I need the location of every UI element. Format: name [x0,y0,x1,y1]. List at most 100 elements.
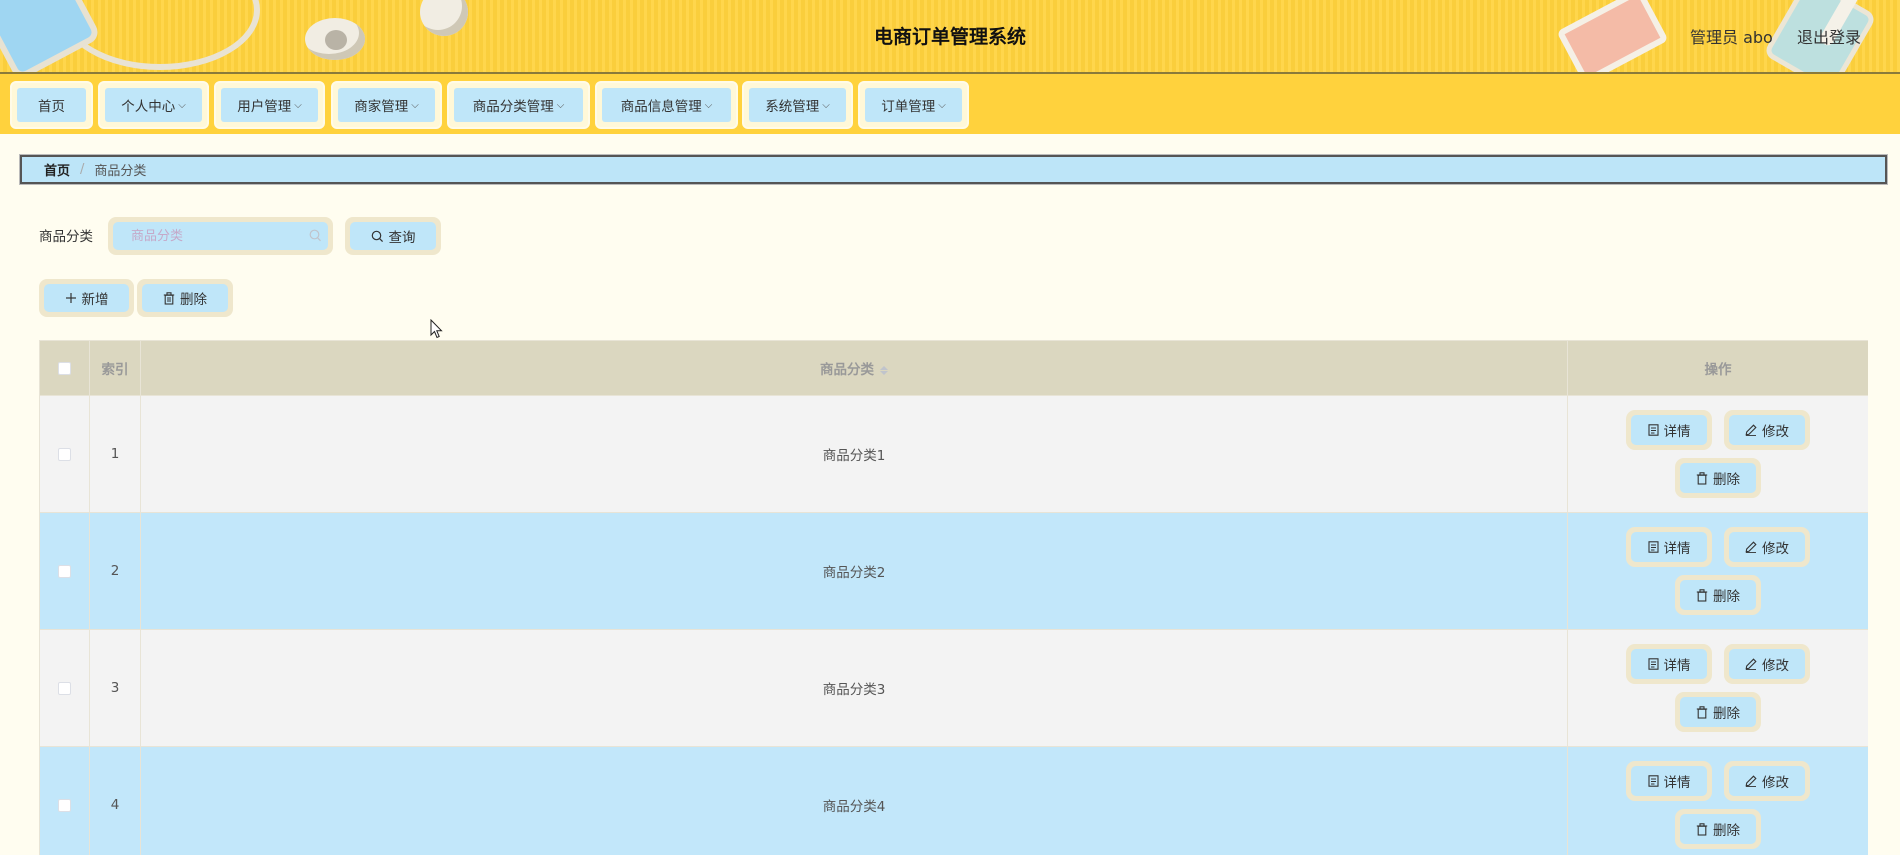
table-row: 4 商品分类4 详情 修改 删除 [39,746,1868,855]
edit-button-label: 修改 [1762,541,1789,557]
row-checkbox[interactable] [58,798,71,812]
delete-button[interactable]: 删除 [1675,575,1761,615]
row-category: 商品分类1 [140,395,1568,513]
delete-button-label: 删除 [1713,823,1740,839]
logout-link[interactable]: 退出登录 [1797,24,1861,48]
nav-item-label: 商家管理 [354,99,409,115]
nav-item-label: 用户管理 [237,99,292,115]
nav-item-label: 商品分类管理 [472,99,554,115]
row-checkbox[interactable] [58,564,71,578]
search-icon [371,230,384,243]
nav-item-category-management[interactable]: 商品分类管理 ⌵ [447,81,590,129]
batch-delete-button[interactable]: 删除 [137,279,233,317]
row-category: 商品分类2 [140,512,1568,630]
delete-button[interactable]: 删除 [1675,458,1761,498]
plus-icon [65,292,77,304]
nav-item-merchant-management[interactable]: 商家管理 ⌵ [331,81,442,129]
mouse-cursor-icon [430,318,444,343]
select-all-cell [39,340,90,396]
trash-icon [1696,705,1708,719]
nav-item-order-management[interactable]: 订单管理 ⌵ [858,81,969,129]
table-row: 3 商品分类3 详情 修改 删除 [39,629,1868,747]
nav-item-label: 系统管理 [765,99,820,115]
detail-button-label: 详情 [1663,424,1691,440]
edit-button[interactable]: 修改 [1724,410,1810,450]
category-search-input[interactable] [113,222,328,250]
column-header-index: 索引 [89,340,141,396]
edit-button-label: 修改 [1762,658,1789,674]
add-button-label: 新增 [81,292,109,308]
detail-button-label: 详情 [1663,658,1691,674]
nav-item-label: 个人中心 [121,99,176,115]
search-field-wrapper [108,217,333,255]
delete-button[interactable]: 删除 [1675,809,1761,849]
detail-button[interactable]: 详情 [1626,644,1712,684]
chevron-down-icon: ⌵ [294,99,302,111]
breadcrumb-separator: / [80,162,85,177]
delete-button-label: 删除 [1713,472,1740,488]
document-icon [1647,424,1659,436]
chevron-down-icon: ⌵ [411,99,419,111]
row-category: 商品分类3 [140,629,1568,747]
row-index: 1 [89,395,141,513]
chevron-down-icon: ⌵ [938,99,946,111]
edit-button[interactable]: 修改 [1724,644,1810,684]
document-icon [1647,775,1659,787]
select-all-checkbox[interactable] [58,361,71,375]
detail-button[interactable]: 详情 [1626,761,1712,801]
column-header-actions: 操作 [1567,340,1868,396]
breadcrumb-home[interactable]: 首页 [44,160,70,179]
detail-button-label: 详情 [1663,541,1691,557]
nav-item-product-management[interactable]: 商品信息管理 ⌵ [595,81,738,129]
query-button[interactable]: 查询 [345,217,441,255]
nav-item-label: 商品信息管理 [620,99,702,115]
detail-button[interactable]: 详情 [1626,527,1712,567]
query-button-label: 查询 [388,230,416,246]
edit-button-label: 修改 [1762,424,1789,440]
delete-button[interactable]: 删除 [1675,692,1761,732]
row-index: 4 [89,746,141,855]
delete-button-label: 删除 [1713,589,1740,605]
row-actions: 详情 修改 删除 [1567,512,1868,630]
trash-icon [1696,588,1708,602]
edit-button[interactable]: 修改 [1724,761,1810,801]
row-checkbox[interactable] [58,447,71,461]
document-icon [1647,658,1659,670]
search-label: 商品分类 [39,229,93,245]
search-icon [309,228,322,242]
chevron-down-icon: ⌵ [822,99,830,111]
trash-icon [1696,822,1708,836]
column-header-label: 商品分类 [820,362,874,378]
nav-item-user-management[interactable]: 用户管理 ⌵ [214,81,325,129]
nav-item-personal-center[interactable]: 个人中心 ⌵ [98,81,209,129]
sort-icon[interactable] [880,365,888,375]
chevron-down-icon: ⌵ [178,99,186,111]
edit-pencil-icon [1745,541,1757,553]
nav-item-home[interactable]: 首页 [10,81,93,129]
detail-button[interactable]: 详情 [1626,410,1712,450]
row-index: 2 [89,512,141,630]
nav-item-system-management[interactable]: 系统管理 ⌵ [742,81,853,129]
row-actions: 详情 修改 删除 [1567,395,1868,513]
chevron-down-icon: ⌵ [704,99,713,111]
detail-button-label: 详情 [1663,775,1691,791]
edit-pencil-icon [1745,658,1757,670]
row-index: 3 [89,629,141,747]
column-header-category[interactable]: 商品分类 [140,340,1568,396]
table-row: 2 商品分类2 详情 修改 删除 [39,512,1868,630]
batch-delete-button-label: 删除 [180,292,207,308]
row-checkbox[interactable] [58,681,71,695]
add-button[interactable]: 新增 [39,279,134,317]
edit-pencil-icon [1745,775,1757,787]
nav-item-label: 首页 [38,99,65,115]
row-actions: 详情 修改 删除 [1567,629,1868,747]
edit-button[interactable]: 修改 [1724,527,1810,567]
breadcrumb: 首页 / 商品分类 [20,155,1887,184]
category-table: 索引 商品分类 操作 1 商品分类1 详情 修改 删除 2 商品分类2 详情 修… [39,340,1868,855]
trash-icon [1696,471,1708,485]
edit-pencil-icon [1745,424,1757,436]
app-title: 电商订单管理系统 [873,26,1026,48]
table-header-row: 索引 商品分类 操作 [39,340,1868,396]
row-actions: 详情 修改 删除 [1567,746,1868,855]
nav-item-label: 订单管理 [881,99,936,115]
